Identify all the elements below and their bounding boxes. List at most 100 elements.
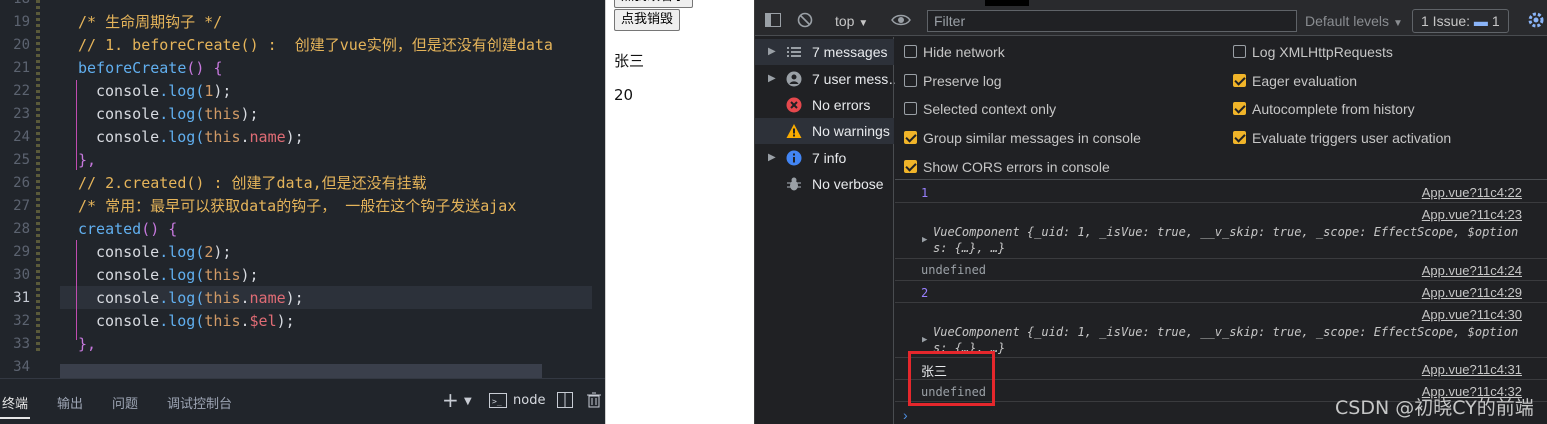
- sidebar-toggle-icon[interactable]: [765, 13, 781, 30]
- group-similar-checkbox[interactable]: Group similar messages in console: [904, 130, 1141, 146]
- source-link[interactable]: App.vue?11c4:22: [1422, 185, 1522, 200]
- source-link[interactable]: App.vue?11c4:24: [1422, 263, 1522, 278]
- source-link[interactable]: App.vue?11c4:29: [1422, 285, 1522, 300]
- checkbox-checked[interactable]: [1233, 74, 1246, 87]
- context-selector[interactable]: top ▼: [835, 13, 868, 29]
- dropdown-arrow-icon: ▼: [858, 18, 869, 29]
- source-link[interactable]: App.vue?11c4:30: [1422, 307, 1522, 322]
- console-message: 2 App.vue?11c4:29: [895, 281, 1547, 303]
- name-text: 张三: [614, 52, 645, 70]
- eye-icon[interactable]: [891, 12, 911, 31]
- context-label: top: [835, 13, 855, 29]
- line-number: 26: [13, 175, 30, 191]
- log-xhr-checkbox[interactable]: Log XMLHttpRequests: [1233, 44, 1393, 60]
- bottom-panel-tabbar: 终端 输出 问题 调试控制台 + ▼ >_ node: [0, 378, 605, 424]
- sidebar-item-label: No warnings: [812, 123, 890, 139]
- checkbox[interactable]: [904, 74, 917, 87]
- issues-count: 1: [1491, 13, 1500, 29]
- hide-network-checkbox[interactable]: Hide network: [904, 44, 1005, 60]
- checkbox[interactable]: [904, 45, 917, 58]
- sidebar-item-info[interactable]: ▶ 7 info: [755, 145, 894, 171]
- highlight-annotation-box: [908, 351, 995, 406]
- line-number: 34: [13, 359, 30, 375]
- cors-errors-checkbox[interactable]: Show CORS errors in console: [904, 159, 1110, 175]
- checkbox-checked[interactable]: [904, 131, 917, 144]
- sidebar-item-user-messages[interactable]: ▶ 7 user mess…: [755, 66, 902, 92]
- code-area[interactable]: /* 生命周期钩子 */ // 1. beforeCreate() : 创建了v…: [60, 0, 605, 378]
- expand-arrow-icon[interactable]: ▶: [768, 39, 776, 65]
- expand-arrow-icon[interactable]: ▶: [768, 66, 776, 92]
- plus-icon[interactable]: +: [442, 388, 459, 412]
- code-line-27: /* 常用：最早可以获取data的钩子， 一般在这个钩子发送ajax: [78, 197, 517, 215]
- source-link[interactable]: App.vue?11c4:31: [1422, 362, 1522, 377]
- expand-triangle-icon[interactable]: ▶: [922, 335, 927, 345]
- chevron-down-icon[interactable]: ▼: [464, 396, 472, 407]
- checkbox-checked[interactable]: [904, 160, 917, 173]
- log-levels-dropdown[interactable]: Default levels ▼: [1305, 13, 1403, 29]
- code-editor[interactable]: 18 19 20 21 22 23 24 25 26 27 28 29 30 3…: [0, 0, 605, 424]
- console-prompt[interactable]: ›: [903, 407, 908, 423]
- clear-console-icon[interactable]: [797, 12, 813, 31]
- option-label: Group similar messages in console: [923, 130, 1141, 146]
- destroy-button[interactable]: 点我销毁: [614, 9, 681, 31]
- sidebar-item-messages[interactable]: ▶ 7 messages: [755, 39, 894, 65]
- object-preview[interactable]: VueComponent {_uid: 1, _isVue: true, __v…: [933, 224, 1518, 240]
- expand-arrow-icon[interactable]: ▶: [768, 145, 776, 171]
- checkbox-checked[interactable]: [1233, 102, 1246, 115]
- line-number: 32: [13, 313, 30, 329]
- sidebar-item-warnings[interactable]: No warnings: [755, 118, 894, 144]
- issue-icon: ▬: [1473, 13, 1488, 29]
- indent-guide: [76, 80, 77, 170]
- object-preview[interactable]: VueComponent {_uid: 1, _isVue: true, __v…: [933, 324, 1518, 340]
- split-terminal-icon[interactable]: [557, 392, 573, 413]
- terminal-name[interactable]: node: [513, 393, 545, 408]
- trash-icon[interactable]: [587, 392, 601, 413]
- selected-context-checkbox[interactable]: Selected context only: [904, 101, 1056, 117]
- log-value: 2: [921, 286, 929, 300]
- expand-triangle-icon[interactable]: ▶: [922, 235, 927, 245]
- terminal-icon: >_: [489, 393, 507, 413]
- eager-evaluation-checkbox[interactable]: Eager evaluation: [1233, 73, 1357, 89]
- line-number: 18: [0, 0, 30, 7]
- console-message: 1 App.vue?11c4:22: [895, 181, 1547, 203]
- filter-input[interactable]: Filter: [927, 10, 1297, 32]
- rename-button[interactable]: 点我改名字: [614, 0, 694, 8]
- checkbox-checked[interactable]: [1233, 131, 1246, 144]
- console-toolbar: top ▼ Filter Default levels ▼ 1 Issue: ▬…: [755, 6, 1547, 36]
- source-link[interactable]: App.vue?11c4:23: [1422, 207, 1522, 222]
- tab-problems[interactable]: 问题: [112, 393, 138, 412]
- code-line-30: console.log(this);: [96, 266, 259, 284]
- sidebar-item-verbose[interactable]: No verbose: [755, 171, 894, 197]
- log-value: undefined: [921, 263, 987, 277]
- sidebar-item-errors[interactable]: No errors: [755, 92, 894, 118]
- sidebar-item-label: 7 user mess…: [812, 71, 903, 87]
- code-line-19: /* 生命周期钩子 */: [78, 13, 223, 31]
- line-number: 30: [13, 267, 30, 283]
- checkbox[interactable]: [904, 102, 917, 115]
- line-number: 22: [13, 83, 30, 99]
- line-number: 19: [13, 14, 30, 30]
- autocomplete-history-checkbox[interactable]: Autocomplete from history: [1233, 101, 1415, 117]
- issues-button[interactable]: 1 Issue: ▬ 1: [1412, 9, 1509, 33]
- console-sidebar: ▶ 7 messages ▶ 7 user mess… No errors No…: [755, 37, 902, 424]
- gear-icon[interactable]: [1527, 11, 1545, 32]
- evaluate-triggers-checkbox[interactable]: Evaluate triggers user activation: [1233, 130, 1451, 146]
- tab-output[interactable]: 输出: [57, 393, 83, 412]
- option-label: Show CORS errors in console: [923, 159, 1110, 175]
- checkbox[interactable]: [1233, 45, 1246, 58]
- line-number: 21: [13, 60, 30, 76]
- line-number: 29: [13, 244, 30, 260]
- tab-debug-console[interactable]: 调试控制台: [167, 393, 232, 412]
- levels-label: Default levels: [1305, 13, 1390, 29]
- horizontal-scrollbar[interactable]: [60, 364, 542, 378]
- console-message: App.vue?11c4:23 ▶ VueComponent {_uid: 1,…: [895, 203, 1547, 259]
- tab-terminal[interactable]: 终端: [2, 393, 28, 412]
- code-line-26: // 2.created() : 创建了data,但是还没有挂载: [78, 174, 427, 192]
- line-number: 33: [13, 336, 30, 352]
- line-number: 20: [13, 37, 30, 53]
- code-line-21: beforeCreate() {: [78, 59, 223, 77]
- fold-indicator-strip: [36, 0, 40, 352]
- console-message: undefined App.vue?11c4:24: [895, 259, 1547, 281]
- code-line-25: },: [78, 151, 97, 169]
- preserve-log-checkbox[interactable]: Preserve log: [904, 73, 1002, 89]
